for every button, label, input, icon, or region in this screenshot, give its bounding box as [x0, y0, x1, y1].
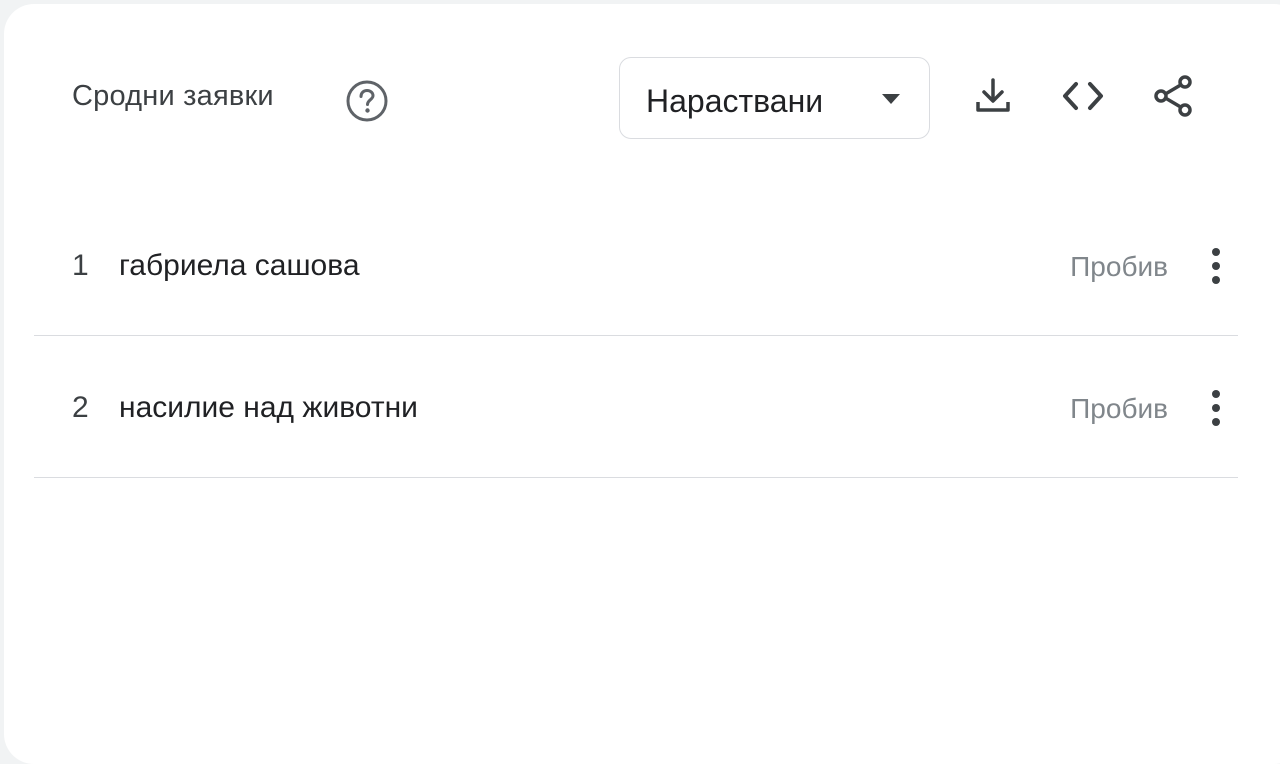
query-text[interactable]: насилие над животни	[119, 391, 418, 425]
widget-header: Сродни заявки Нараствани	[0, 0, 1280, 160]
caret-down-icon	[882, 94, 900, 104]
query-row[interactable]: 1 габриела сашова Пробив	[34, 194, 1238, 336]
query-row[interactable]: 2 насилие над животни Пробив	[34, 336, 1238, 478]
more-vert-icon[interactable]	[1202, 384, 1230, 432]
download-icon[interactable]	[969, 72, 1017, 120]
more-vert-icon[interactable]	[1202, 242, 1230, 290]
query-value: Пробив	[1070, 393, 1168, 424]
query-rank: 2	[72, 391, 89, 424]
query-text[interactable]: габриела сашова	[119, 249, 360, 283]
query-rank: 1	[72, 249, 89, 282]
queries-list: 1 габриела сашова Пробив 2 насилие над ж…	[34, 194, 1238, 478]
share-icon[interactable]	[1149, 72, 1197, 120]
query-value: Пробив	[1070, 251, 1168, 282]
sort-dropdown-value: Нараствани	[646, 83, 824, 119]
help-circle-icon[interactable]	[344, 78, 390, 124]
sort-dropdown[interactable]: Нараствани	[619, 57, 930, 139]
widget-title: Сродни заявки	[72, 80, 274, 112]
code-embed-icon[interactable]	[1059, 72, 1107, 120]
